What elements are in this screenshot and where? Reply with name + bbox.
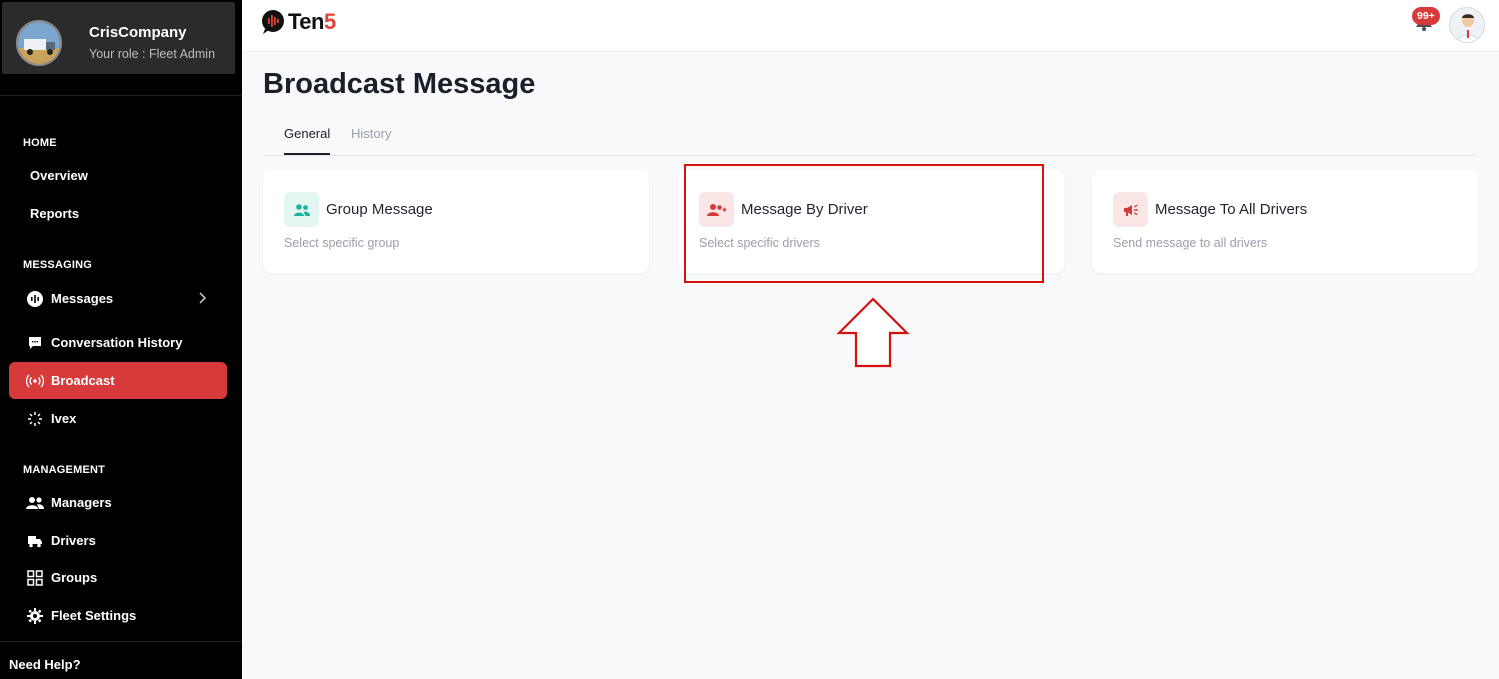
broadcast-icon xyxy=(25,371,45,391)
sidebar-item-fleet-settings[interactable]: Fleet Settings xyxy=(9,597,227,634)
sidebar-item-label: Drivers xyxy=(51,533,96,548)
notification-badge: 99+ xyxy=(1412,7,1440,25)
grid-icon xyxy=(25,568,45,588)
sidebar-item-label: Overview xyxy=(30,168,88,183)
company-name: CrisCompany xyxy=(89,24,187,41)
sidebar-item-label: Conversation History xyxy=(51,335,183,350)
tab-general[interactable]: General xyxy=(284,126,330,141)
company-avatar xyxy=(16,20,62,66)
sidebar-item-label: Messages xyxy=(51,291,114,306)
card-title: Group Message xyxy=(326,201,433,218)
sidebar: CrisCompany Your role : Fleet Admin HOME… xyxy=(0,0,242,679)
section-home: HOME xyxy=(23,137,57,149)
card-title: Message To All Drivers xyxy=(1155,201,1308,218)
chevron-right-icon xyxy=(197,291,207,308)
sidebar-item-messages[interactable]: Messages xyxy=(9,280,227,317)
sidebar-item-conversation-history[interactable]: Conversation History xyxy=(9,324,227,361)
sidebar-item-label: Fleet Settings xyxy=(51,608,137,623)
sidebar-item-overview[interactable]: Overview xyxy=(9,157,227,194)
card-subtitle: Select specific group xyxy=(284,236,400,250)
sidebar-item-ivex[interactable]: Ivex xyxy=(9,400,227,437)
group-message-card[interactable]: Group Message Select specific group xyxy=(263,170,649,273)
annotation-up-arrow xyxy=(836,297,910,368)
user-avatar[interactable] xyxy=(1449,7,1485,43)
sidebar-item-drivers[interactable]: Drivers xyxy=(9,522,227,559)
tab-bar: General History xyxy=(263,118,1477,156)
sidebar-divider xyxy=(0,641,242,642)
page-title: Broadcast Message xyxy=(263,68,536,100)
truck-icon xyxy=(25,531,45,551)
sidebar-item-managers[interactable]: Managers xyxy=(9,484,227,521)
logo-text-ten: Ten xyxy=(288,9,324,34)
tab-history[interactable]: History xyxy=(351,126,391,141)
app-logo[interactable]: Ten5 xyxy=(260,9,336,35)
message-to-all-drivers-card[interactable]: Message To All Drivers Send message to a… xyxy=(1092,170,1478,273)
card-subtitle: Send message to all drivers xyxy=(1113,236,1268,250)
group-icon xyxy=(284,192,319,227)
sidebar-item-groups[interactable]: Groups xyxy=(9,559,227,596)
logo-text: Ten5 xyxy=(288,9,336,35)
sidebar-item-label: Managers xyxy=(51,495,112,510)
sidebar-item-label: Groups xyxy=(51,570,98,585)
active-tab-indicator xyxy=(284,153,330,155)
sidebar-item-reports[interactable]: Reports xyxy=(9,195,227,232)
section-management: MANAGEMENT xyxy=(23,464,106,476)
top-bar: Ten5 99+ xyxy=(242,0,1499,52)
logo-icon xyxy=(262,10,284,34)
sidebar-item-label: Reports xyxy=(30,206,80,221)
gear-icon xyxy=(25,606,45,626)
logo-text-five: 5 xyxy=(323,9,336,34)
section-messaging: MESSAGING xyxy=(23,259,93,271)
company-role: Your role : Fleet Admin xyxy=(89,47,215,61)
sidebar-item-label: Ivex xyxy=(51,411,77,426)
spinner-icon xyxy=(25,409,45,429)
need-help-link[interactable]: Need Help? xyxy=(9,657,81,672)
annotation-highlight-box xyxy=(684,164,1044,283)
role-value: Fleet Admin xyxy=(149,47,216,61)
sidebar-item-broadcast[interactable]: Broadcast xyxy=(9,362,227,399)
messages-icon xyxy=(25,289,45,309)
company-switcher[interactable]: CrisCompany Your role : Fleet Admin xyxy=(2,2,235,74)
megaphone-icon xyxy=(1113,192,1148,227)
sidebar-divider xyxy=(0,95,242,96)
sidebar-item-label: Broadcast xyxy=(51,373,115,388)
people-icon xyxy=(25,493,45,513)
chat-bubble-icon xyxy=(25,333,45,353)
role-label: Your role : xyxy=(89,47,146,61)
